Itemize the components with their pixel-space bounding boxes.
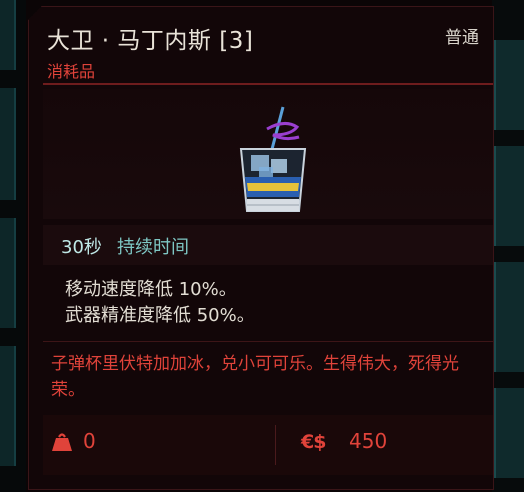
background-left-scene: [0, 0, 26, 492]
item-name: 大卫 · 马丁内斯 [3]: [47, 28, 254, 54]
weight-icon: [52, 433, 72, 451]
cocktail-glass-icon: [239, 106, 307, 212]
item-category: 消耗品: [47, 62, 96, 81]
item-footer: 0 €$ 450: [43, 415, 493, 475]
item-image-panel: [43, 89, 493, 219]
eurodollar-icon: €$: [301, 431, 326, 453]
duration-row: 30秒 持续时间: [43, 225, 493, 265]
duration-label: 持续时间: [117, 237, 189, 258]
effects-divider: [43, 341, 493, 342]
background-panel: [0, 218, 16, 328]
footer-divider: [275, 425, 276, 465]
effect-line: 武器精准度降低 50%。: [65, 305, 255, 326]
background-panel: [494, 388, 524, 478]
background-panel: [494, 262, 524, 372]
effects-list: 移动速度降低 10%。 武器精准度降低 50%。: [43, 267, 493, 333]
effect-line: 移动速度降低 10%。: [65, 279, 237, 300]
price-value: 450: [349, 429, 388, 453]
duration-value: 30秒: [61, 237, 102, 258]
background-panel: [0, 0, 16, 70]
tooltip-corner: [28, 6, 42, 20]
background-right-scene: [492, 0, 524, 492]
background-panel: [0, 346, 16, 466]
background-panel: [0, 88, 16, 200]
flavor-text: 子弹杯里伏特加加冰，兑小可可乐。生得伟大，死得光荣。: [51, 354, 459, 400]
weight-value: 0: [83, 429, 96, 453]
background-panel: [494, 40, 524, 130]
item-rarity: 普通: [445, 28, 479, 48]
header-divider: [43, 83, 493, 85]
background-panel: [494, 146, 524, 246]
item-tooltip: 大卫 · 马丁内斯 [3] 普通 消耗品 30秒 持续时间 移动速度降低 10%…: [28, 6, 494, 490]
